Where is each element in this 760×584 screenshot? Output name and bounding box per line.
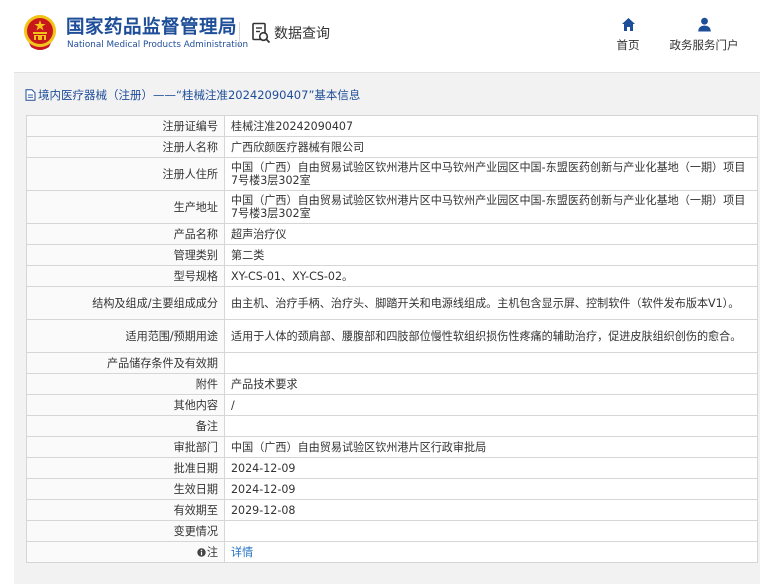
row-value (224, 520, 758, 542)
row-value: 广西欣颜医疗器械有限公司 (224, 136, 758, 158)
table-row: 有效期至 2029-12-08 (26, 499, 758, 521)
table-row: 型号规格 XY-CS-01、XY-CS-02。 (26, 265, 758, 287)
row-value: 中国（广西）自由贸易试验区钦州港片区中马钦州产业园区中国-东盟医药创新与产业化基… (224, 157, 758, 191)
nav-home[interactable]: 首页 (611, 17, 645, 53)
nav-government-services-label: 政务服务门户 (669, 38, 739, 52)
national-emblem-icon (24, 15, 56, 50)
row-value: XY-CS-01、XY-CS-02。 (224, 265, 758, 287)
row-value: 中国（广西）自由贸易试验区钦州港片区中马钦州产业园区中国-东盟医药创新与产业化基… (224, 190, 758, 224)
row-value: 2024-12-09 (224, 457, 758, 479)
row-label: 注册人名称 (26, 136, 225, 158)
row-label: 管理类别 (26, 244, 225, 266)
brand-title: 国家药品监督管理局 (66, 17, 238, 38)
row-label: 变更情况 (26, 520, 225, 542)
table-row: 备注 (26, 415, 758, 437)
breadcrumb[interactable]: 境内医疗器械（注册）——“桂械注准20242090407”基本信息 (25, 82, 360, 108)
table-row: 产品储存条件及有效期 (26, 352, 758, 374)
row-label: 生产地址 (26, 190, 225, 224)
info-icon (197, 547, 206, 557)
data-query-label: 数据查询 (274, 26, 330, 42)
brand-subtitle: National Medical Products Administration (67, 40, 249, 50)
row-label: 有效期至 (26, 499, 225, 521)
row-label: 型号规格 (26, 265, 225, 287)
table-row: 生效日期 2024-12-09 (26, 478, 758, 500)
row-value: 由主机、治疗手柄、治疗头、脚踏开关和电源线组成。主机包含显示屏、控制软件（软件发… (224, 286, 758, 320)
row-label: 注册证编号 (26, 115, 225, 137)
registration-info-table: 注册证编号 桂械注准20242090407 注册人名称 广西欣颜医疗器械有限公司… (26, 115, 758, 563)
row-value: 2024-12-09 (224, 478, 758, 500)
table-row: 注 详情 (26, 541, 758, 563)
table-row: 结构及组成/主要组成成分 由主机、治疗手柄、治疗头、脚踏开关和电源线组成。主机包… (26, 286, 758, 320)
nav-home-label: 首页 (616, 38, 640, 52)
document-icon (25, 89, 36, 101)
table-row: 注册人住所 中国（广西）自由贸易试验区钦州港片区中马钦州产业园区中国-东盟医药创… (26, 157, 758, 191)
row-label: 批准日期 (26, 457, 225, 479)
row-value (224, 352, 758, 374)
site-header: 国家药品监督管理局 National Medical Products Admi… (0, 0, 760, 68)
row-label: 生效日期 (26, 478, 225, 500)
row-value: 适用于人体的颈肩部、腰腹部和四肢部位慢性软组织损伤性疼痛的辅助治疗，促进皮肤组织… (224, 319, 758, 353)
row-value: 第二类 (224, 244, 758, 266)
row-label: 适用范围/预期用途 (26, 319, 225, 353)
row-label: 产品名称 (26, 223, 225, 245)
row-value: 超声治疗仪 (224, 223, 758, 245)
table-row: 批准日期 2024-12-09 (26, 457, 758, 479)
row-value: 2029-12-08 (224, 499, 758, 521)
row-value: 产品技术要求 (224, 373, 758, 395)
row-label: 产品储存条件及有效期 (26, 352, 225, 374)
row-label: 其他内容 (26, 394, 225, 416)
table-row: 审批部门 中国（广西）自由贸易试验区钦州港片区行政审批局 (26, 436, 758, 458)
row-label: 注册人住所 (26, 157, 225, 191)
row-value: 桂械注准20242090407 (224, 115, 758, 137)
note-row-label: 注 (26, 541, 225, 563)
row-label: 附件 (26, 373, 225, 395)
table-row: 注册证编号 桂械注准20242090407 (26, 115, 758, 137)
home-icon (621, 18, 635, 31)
details-link[interactable]: 详情 (231, 546, 253, 559)
user-icon (697, 17, 711, 32)
row-value: / (224, 394, 758, 416)
table-row: 产品名称 超声治疗仪 (26, 223, 758, 245)
table-row: 变更情况 (26, 520, 758, 542)
table-row: 适用范围/预期用途 适用于人体的颈肩部、腰腹部和四肢部位慢性软组织损伤性疼痛的辅… (26, 319, 758, 353)
detail-panel: 境内医疗器械（注册）——“桂械注准20242090407”基本信息 注册证编号 … (14, 72, 760, 584)
row-value: 中国（广西）自由贸易试验区钦州港片区行政审批局 (224, 436, 758, 458)
row-value (224, 415, 758, 437)
breadcrumb-text: 境内医疗器械（注册）——“桂械注准20242090407”基本信息 (38, 88, 361, 102)
table-row: 附件 产品技术要求 (26, 373, 758, 395)
note-label: 注 (206, 545, 218, 559)
row-label: 结构及组成/主要组成成分 (26, 286, 225, 320)
table-row: 其他内容 / (26, 394, 758, 416)
table-row: 管理类别 第二类 (26, 244, 758, 266)
table-row: 生产地址 中国（广西）自由贸易试验区钦州港片区中马钦州产业园区中国-东盟医药创新… (26, 190, 758, 224)
data-search-icon (252, 22, 271, 44)
data-query-link[interactable]: 数据查询 (251, 20, 330, 46)
row-label: 审批部门 (26, 436, 225, 458)
nav-government-services[interactable]: 政务服务门户 (664, 17, 744, 53)
header-divider (239, 22, 240, 46)
row-label: 备注 (26, 415, 225, 437)
note-row-value: 详情 (224, 541, 758, 563)
table-row: 注册人名称 广西欣颜医疗器械有限公司 (26, 136, 758, 158)
